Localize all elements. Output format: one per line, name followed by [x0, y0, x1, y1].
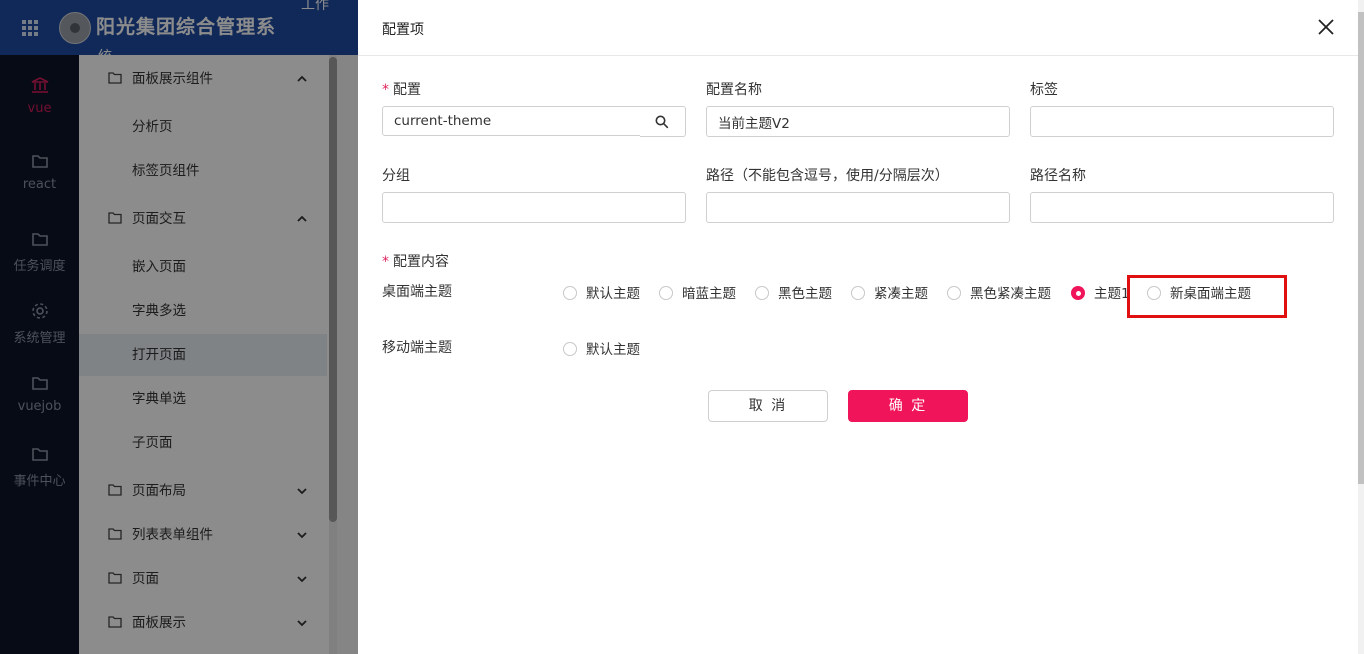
config-search-button[interactable]: [640, 106, 686, 137]
config-input[interactable]: [382, 106, 641, 136]
close-icon[interactable]: [1316, 17, 1336, 37]
group-input[interactable]: [382, 192, 686, 223]
config-name-label: 配置名称: [706, 82, 762, 98]
radio-circle-checked: [1071, 286, 1085, 300]
radio-circle: [659, 286, 673, 300]
mobile-theme-label: 移动端主题: [382, 340, 452, 356]
config-label-text: 配置: [393, 82, 421, 98]
radio-label: 默认主题: [586, 286, 640, 302]
radio-label: 默认主题: [586, 342, 640, 358]
desktop-theme-label: 桌面端主题: [382, 284, 452, 300]
config-drawer: 配置项 *配置 配置名称 标签 分组 路径（不能包含逗号，使用/分隔层次） 路径…: [358, 0, 1364, 654]
config-name-input[interactable]: [706, 106, 1010, 137]
config-content-label-text: 配置内容: [393, 254, 449, 270]
radio-circle: [947, 286, 961, 300]
modal-overlay[interactable]: [0, 0, 358, 654]
required-mark: *: [382, 254, 389, 270]
drawer-scrollbar[interactable]: [1358, 12, 1364, 484]
config-label: * 配置: [382, 79, 421, 99]
cancel-button[interactable]: 取 消: [708, 390, 828, 422]
path-name-label: 路径名称: [1030, 168, 1086, 184]
radio-circle: [563, 286, 577, 300]
required-mark: *: [382, 82, 389, 98]
radio-label: 新桌面端主题: [1170, 286, 1251, 302]
config-content-label: * 配置内容: [382, 251, 449, 271]
radio-circle: [563, 342, 577, 356]
drawer-header: 配置项: [358, 0, 1364, 56]
group-label: 分组: [382, 168, 410, 184]
radio-circle: [1147, 286, 1161, 300]
search-icon: [655, 115, 669, 129]
tag-input[interactable]: [1030, 106, 1334, 137]
path-label: 路径（不能包含逗号，使用/分隔层次）: [706, 168, 949, 184]
confirm-button[interactable]: 确 定: [848, 390, 968, 422]
radio-circle: [851, 286, 865, 300]
radio-label: 主题1: [1094, 286, 1130, 302]
radio-circle: [755, 286, 769, 300]
path-input[interactable]: [706, 192, 1010, 223]
radio-label: 暗蓝主题: [682, 286, 736, 302]
radio-label: 黑色紧凑主题: [970, 286, 1051, 302]
tag-label: 标签: [1030, 82, 1058, 98]
radio-label: 紧凑主题: [874, 286, 928, 302]
path-name-input[interactable]: [1030, 192, 1334, 223]
drawer-title: 配置项: [382, 22, 424, 38]
radio-label: 黑色主题: [778, 286, 832, 302]
